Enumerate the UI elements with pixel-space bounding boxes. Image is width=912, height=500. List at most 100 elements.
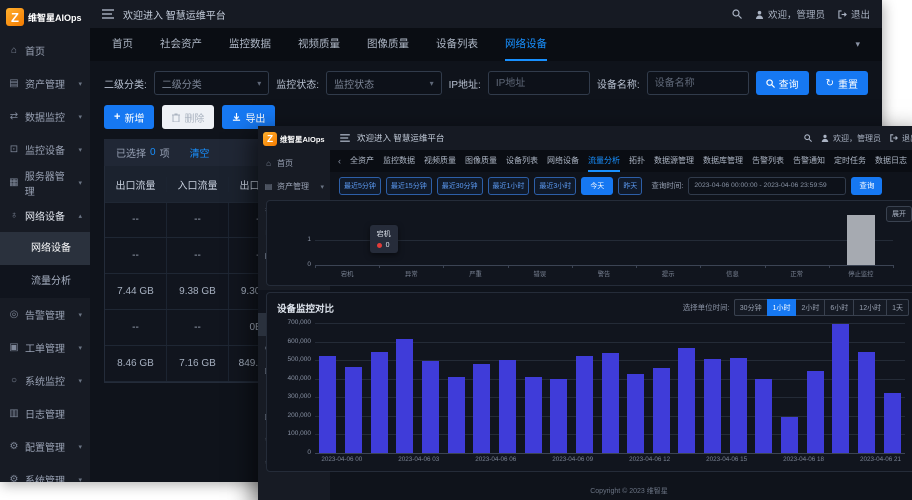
sidebar-item-home[interactable]: ⌂首页	[0, 34, 90, 67]
sidebar-item-config-mgmt[interactable]: ⚙配置管理▾	[0, 430, 90, 463]
today-button[interactable]: 今天	[581, 177, 613, 195]
time-range-input[interactable]	[688, 177, 846, 195]
traffic-bar[interactable]	[807, 371, 824, 453]
tab[interactable]: 图像质量	[367, 28, 409, 61]
traffic-bar[interactable]	[473, 364, 490, 453]
unit-time-button[interactable]: 12小时	[853, 299, 887, 316]
traffic-bar[interactable]	[704, 359, 721, 453]
logout-button[interactable]: 退出	[890, 133, 912, 144]
traffic-bar[interactable]	[396, 339, 413, 453]
brand-logo[interactable]: Z 维智星AIOps	[0, 0, 90, 34]
search-icon[interactable]	[804, 134, 812, 142]
unit-time-button[interactable]: 1天	[886, 299, 909, 316]
sidebar-item-workorder-mgmt[interactable]: ▣工单管理▾	[0, 331, 90, 364]
quick-range-button[interactable]: 最近1小时	[488, 177, 530, 195]
add-button[interactable]: 新增	[104, 105, 154, 129]
traffic-bar[interactable]	[602, 353, 619, 453]
quick-range-button[interactable]: 最近3小时	[534, 177, 576, 195]
tab[interactable]: 告警通知	[793, 150, 825, 172]
delete-button[interactable]: 删除	[162, 105, 214, 129]
unit-buttons: 30分钟1小时2小时6小时12小时1天	[735, 299, 909, 316]
tab[interactable]: 设备列表	[506, 150, 538, 172]
quick-range-button[interactable]: 最近5分钟	[339, 177, 381, 195]
unit-time-button[interactable]: 30分钟	[734, 299, 768, 316]
user-menu[interactable]: 欢迎，管理员	[755, 7, 825, 21]
user-menu[interactable]: 欢迎，管理员	[821, 133, 881, 144]
quick-range-button[interactable]: 最近30分钟	[437, 177, 483, 195]
tab[interactable]: 数据日志	[875, 150, 907, 172]
traffic-bar[interactable]	[653, 368, 670, 453]
traffic-bar[interactable]	[550, 379, 567, 453]
traffic-bar[interactable]	[627, 374, 644, 453]
traffic-bar[interactable]	[781, 417, 798, 453]
tab[interactable]: 数据源管理	[654, 150, 694, 172]
unit-time-button[interactable]: 2小时	[795, 299, 825, 316]
tab[interactable]: 网络设备	[505, 28, 547, 61]
sidebar-item-server-mgmt[interactable]: ▦服务器管理▾	[0, 166, 90, 199]
sidebar-item-assets[interactable]: ▤资产管理▾	[258, 175, 330, 198]
tab[interactable]: 图像质量	[465, 150, 497, 172]
hamburger-icon[interactable]	[102, 9, 114, 19]
sidebar-item-log-mgmt[interactable]: ▥日志管理	[0, 397, 90, 430]
sidebar-item-network-devices[interactable]: ♁网络设备▴	[0, 199, 90, 232]
device-name-input[interactable]	[647, 71, 749, 95]
tab[interactable]: 首页	[112, 28, 133, 61]
unit-time-button[interactable]: 1小时	[767, 299, 797, 316]
category-select[interactable]: 二级分类	[154, 71, 270, 95]
search-icon[interactable]	[732, 9, 742, 19]
tab[interactable]: 监控数据	[229, 28, 271, 61]
sidebar-item-monitor-devices[interactable]: ⊡监控设备▾	[0, 133, 90, 166]
traffic-bar[interactable]	[858, 352, 875, 453]
status-bar[interactable]	[847, 215, 875, 265]
tab[interactable]: 社会资产	[160, 28, 202, 61]
unit-time-button[interactable]: 6小时	[824, 299, 854, 316]
tab[interactable]: 视频质量	[298, 28, 340, 61]
ip-input[interactable]	[488, 71, 590, 95]
sidebar-item-system-monitor[interactable]: ○系统监控▾	[0, 364, 90, 397]
category-label: 异常	[405, 269, 418, 278]
tab[interactable]: 全资产	[350, 150, 374, 172]
traffic-bar[interactable]	[319, 356, 336, 453]
tab[interactable]: 监控数据	[383, 150, 415, 172]
sidebar-item-system-mgmt[interactable]: ⚙系统管理▾	[0, 463, 90, 482]
traffic-bar[interactable]	[499, 360, 516, 453]
sidebar-item-data-monitor[interactable]: ⇄数据监控▾	[0, 100, 90, 133]
logout-button[interactable]: 退出	[838, 7, 870, 21]
tab[interactable]: 拓扑	[629, 150, 645, 172]
tab[interactable]: 设备列表	[436, 28, 478, 61]
tab[interactable]: 定时任务	[834, 150, 866, 172]
tab[interactable]: 数据库管理	[703, 150, 743, 172]
brand-logo[interactable]: Z 维智星AIOps	[258, 126, 330, 152]
yesterday-button[interactable]: 昨天	[618, 177, 642, 195]
traffic-bar[interactable]	[525, 377, 542, 453]
sidebar-subitem[interactable]: 流量分析	[0, 265, 90, 298]
chevron-down-icon[interactable]	[855, 39, 860, 50]
tab[interactable]: 视频质量	[424, 150, 456, 172]
sidebar-item-alarm-mgmt[interactable]: ◎告警管理▾	[0, 298, 90, 331]
clear-selection-link[interactable]: 清空	[190, 145, 210, 160]
traffic-bar[interactable]	[422, 361, 439, 453]
query-button[interactable]: 查询	[851, 177, 882, 195]
sidebar-item-home[interactable]: ⌂首页	[258, 152, 330, 175]
traffic-bar[interactable]	[448, 377, 465, 453]
quick-range-button[interactable]: 最近15分钟	[386, 177, 432, 195]
reset-button[interactable]: 重置	[816, 71, 868, 95]
status-select[interactable]: 监控状态	[326, 71, 442, 95]
traffic-bar[interactable]	[576, 356, 593, 453]
tab[interactable]: 流量分析	[588, 150, 620, 172]
traffic-bar[interactable]	[371, 352, 388, 453]
traffic-bar[interactable]	[832, 324, 849, 453]
traffic-bar[interactable]	[678, 348, 695, 453]
sidebar-item-assets[interactable]: ▤资产管理▾	[0, 67, 90, 100]
traffic-bar[interactable]	[755, 379, 772, 453]
traffic-bar[interactable]	[730, 358, 747, 453]
traffic-bar[interactable]	[345, 367, 362, 453]
tab-scroll-left-icon[interactable]	[338, 156, 341, 166]
tab[interactable]: 告警列表	[752, 150, 784, 172]
tab[interactable]: 网络设备	[547, 150, 579, 172]
column-header: 出口流量	[105, 177, 167, 192]
traffic-bar[interactable]	[884, 393, 901, 453]
hamburger-icon[interactable]	[340, 134, 350, 142]
search-button[interactable]: 查询	[756, 71, 809, 95]
sidebar-subitem[interactable]: 网络设备	[0, 232, 90, 265]
